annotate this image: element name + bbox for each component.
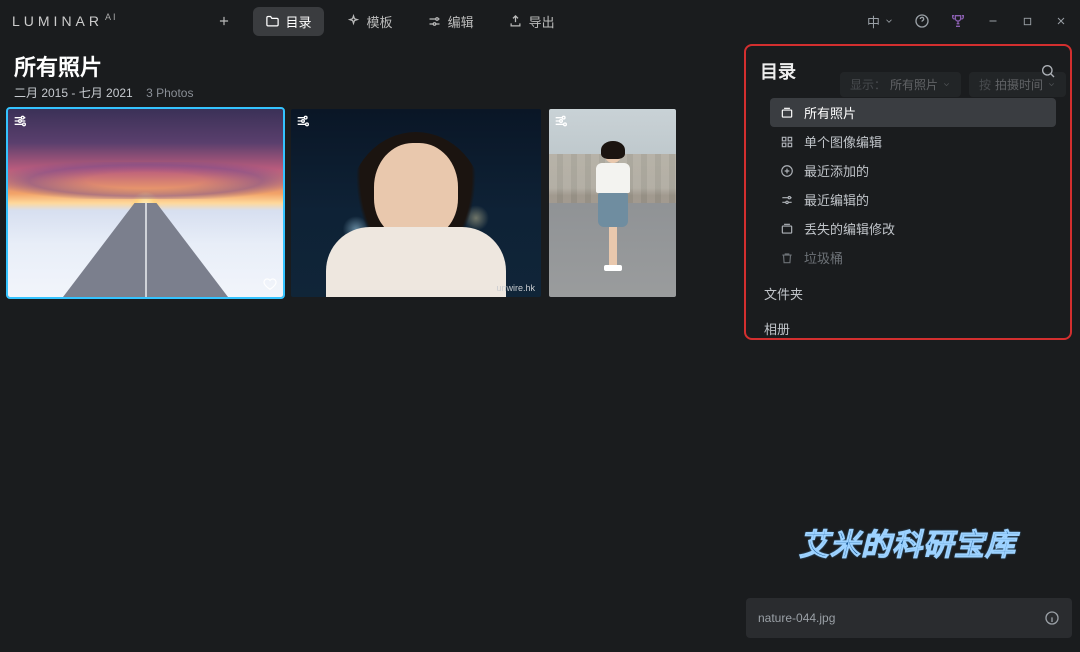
plus-icon <box>217 14 231 28</box>
catalog-panel: 目录 所有照片 单个图像编辑 最近添加的 最近编辑的 丢失的编辑修改 垃圾桶 <box>744 44 1072 340</box>
nav-templates[interactable]: 模板 <box>334 7 405 36</box>
stack-icon <box>780 106 794 120</box>
photo-count: 3 Photos <box>146 86 193 100</box>
thumbnail[interactable]: unwire.hk <box>291 109 541 297</box>
sidebar-item-label: 所有照片 <box>804 103 856 122</box>
favorite-icon[interactable] <box>263 277 277 291</box>
info-icon[interactable] <box>1044 610 1060 626</box>
adjustments-icon <box>553 113 569 129</box>
search-icon[interactable] <box>1040 63 1056 79</box>
sliders-icon <box>427 14 442 29</box>
nav-templates-label: 模板 <box>367 12 393 31</box>
nav-catalog-label: 目录 <box>286 12 312 31</box>
overlay-watermark: 艾米的科研宝库 <box>799 520 1016 564</box>
language-label: 中 <box>867 12 880 31</box>
folder-icon <box>265 14 280 29</box>
grid-icon <box>780 135 794 149</box>
window-maximize[interactable] <box>1020 14 1034 28</box>
catalog-panel-title: 目录 <box>760 58 1040 84</box>
sidebar-item-trash[interactable]: 垃圾桶 <box>770 243 1056 272</box>
filename-bar: nature-044.jpg <box>746 598 1072 638</box>
export-icon <box>508 14 523 29</box>
nav-export-label: 导出 <box>529 12 555 31</box>
titlebar: LUMINAR AI 目录 模板 编辑 <box>0 0 1080 42</box>
window-minimize[interactable] <box>986 14 1000 28</box>
titlebar-right: 中 <box>867 12 1068 31</box>
sidebar-item-lost-edits[interactable]: 丢失的编辑修改 <box>770 214 1056 243</box>
sidebar-section-folders[interactable]: 文件夹 <box>760 272 1056 307</box>
nav-edit[interactable]: 编辑 <box>415 7 486 36</box>
thumbnail[interactable] <box>549 109 676 297</box>
catalog-list: 所有照片 单个图像编辑 最近添加的 最近编辑的 丢失的编辑修改 垃圾桶 <box>760 98 1056 272</box>
sidebar-item-label: 丢失的编辑修改 <box>804 219 895 238</box>
date-range: 二月 2015 - 七月 2021 <box>14 86 133 100</box>
app-logo: LUMINAR AI <box>12 13 120 29</box>
stack-icon <box>780 222 794 236</box>
sidebar-item-label: 最近编辑的 <box>804 190 869 209</box>
language-selector[interactable]: 中 <box>867 12 894 31</box>
adjustments-icon <box>295 113 311 129</box>
plus-circle-icon <box>780 164 794 178</box>
sidebar-section-albums[interactable]: 相册 <box>760 307 1056 342</box>
trash-icon <box>780 251 794 265</box>
logo-sup: AI <box>105 12 118 22</box>
nav-export[interactable]: 导出 <box>496 7 567 36</box>
image-watermark: unwire.hk <box>496 283 535 293</box>
nav-edit-label: 编辑 <box>448 12 474 31</box>
chevron-down-icon <box>884 16 894 26</box>
sidebar-item-recent-edited[interactable]: 最近编辑的 <box>770 185 1056 214</box>
trophy-icon[interactable] <box>950 13 966 29</box>
sidebar-item-label: 最近添加的 <box>804 161 869 180</box>
logo-main: LUMINAR <box>12 13 103 29</box>
sliders-icon <box>780 193 794 207</box>
page-title: 所有照片 <box>14 50 840 82</box>
sidebar-item-label: 垃圾桶 <box>804 248 843 267</box>
sidebar-item-recent-added[interactable]: 最近添加的 <box>770 156 1056 185</box>
add-button[interactable] <box>205 9 243 33</box>
sidebar-item-single-edit[interactable]: 单个图像编辑 <box>770 127 1056 156</box>
sparkle-icon <box>346 14 361 29</box>
sidebar-item-label: 单个图像编辑 <box>804 132 882 151</box>
sidebar-item-all-photos[interactable]: 所有照片 <box>770 98 1056 127</box>
adjustments-icon <box>12 113 28 129</box>
thumbnail[interactable] <box>8 109 283 297</box>
page-subline: 二月 2015 - 七月 2021 3 Photos <box>14 84 840 101</box>
window-close[interactable] <box>1054 14 1068 28</box>
filename-text: nature-044.jpg <box>758 611 835 625</box>
top-nav: 目录 模板 编辑 导出 <box>205 7 567 36</box>
nav-catalog[interactable]: 目录 <box>253 7 324 36</box>
help-icon[interactable] <box>914 13 930 29</box>
